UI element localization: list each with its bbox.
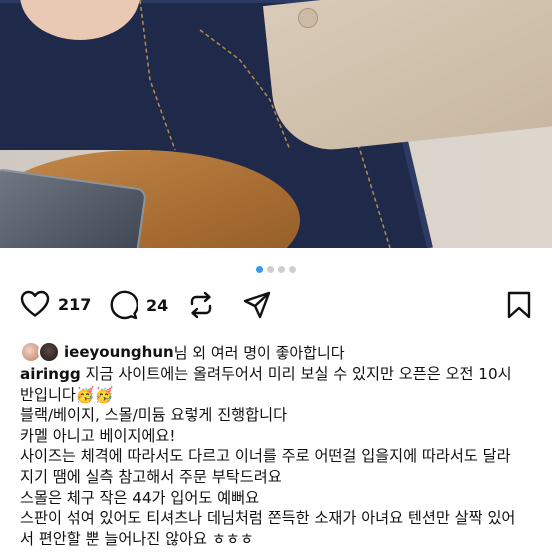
- liked-by-text[interactable]: 님 외 여러 명이 좋아합니다: [174, 342, 345, 363]
- caption-line: 지기 땜에 실측 참고해서 주문 부탁드려요: [20, 467, 282, 486]
- photo-coat-button: [298, 8, 318, 28]
- caption-line: airingg 지금 사이트에는 올려두어서 미리 보실 수 있지만 오픈은 오…: [20, 364, 540, 385]
- caption-line: 블랙/베이지, 스몰/미듐 요렇게 진행합니다: [20, 406, 288, 425]
- liked-by-row[interactable]: ieeyounghun 님 외 여러 명이 좋아합니다: [20, 341, 345, 363]
- carousel-dot: [278, 266, 285, 273]
- bookmark-button[interactable]: [506, 290, 532, 320]
- caption-line: 서 편안할 뿐 늘어나진 않아요 ㅎㅎㅎ: [20, 529, 254, 548]
- post-caption: airingg 지금 사이트에는 올려두어서 미리 보실 수 있지만 오픈은 오…: [20, 364, 540, 549]
- share-icon[interactable]: [242, 290, 272, 320]
- heart-icon[interactable]: [20, 290, 50, 318]
- carousel-dot: [289, 266, 296, 273]
- caption-line: 스판이 섞여 있어도 티셔츠나 데님처럼 쫀득한 소재가 아녀요 텐션만 살짝 …: [20, 509, 516, 528]
- caption-line: 사이즈는 체격에 따라서도 다르고 이너를 주로 어떤걸 입을지에 따라서도 달…: [20, 447, 511, 466]
- liked-by-username[interactable]: ieeyounghun: [64, 343, 174, 361]
- carousel-dot-active: [256, 266, 263, 273]
- like-count[interactable]: 217: [58, 295, 91, 314]
- post-photo[interactable]: [0, 0, 552, 248]
- comment-icon[interactable]: [108, 290, 138, 320]
- share-button[interactable]: [242, 290, 272, 320]
- liked-by-avatars: [20, 341, 60, 363]
- repost-button[interactable]: [186, 290, 216, 320]
- action-bar: 217 24: [0, 290, 552, 324]
- caption-line: 반입니다🥳🥳: [20, 385, 114, 404]
- caption-text: 지금 사이트에는 올려두어서 미리 보실 수 있지만 오픈은 오전 10시: [80, 365, 512, 383]
- carousel-indicator: [0, 266, 552, 273]
- bookmark-icon[interactable]: [506, 290, 532, 320]
- caption-line: 카멜 아니고 베이지에요!: [20, 426, 176, 445]
- repost-icon[interactable]: [186, 290, 216, 320]
- avatar: [38, 341, 60, 363]
- caption-author[interactable]: airingg: [20, 365, 81, 383]
- like-button[interactable]: 217: [20, 290, 91, 318]
- comment-button[interactable]: 24: [108, 290, 168, 320]
- carousel-dot: [267, 266, 274, 273]
- comment-count[interactable]: 24: [146, 296, 168, 315]
- caption-line: 스몰은 체구 작은 44가 입어도 예뻐요: [20, 488, 260, 507]
